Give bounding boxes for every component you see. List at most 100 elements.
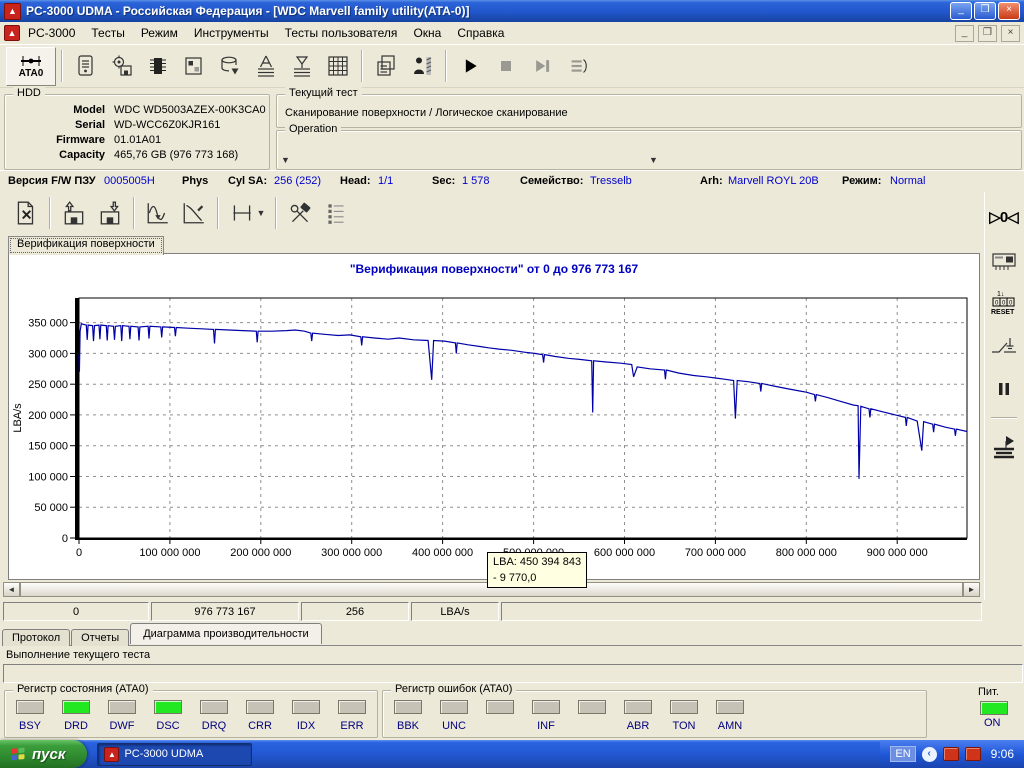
language-indicator[interactable]: EN [890,746,915,762]
register-led-blank [477,700,523,732]
recalibrate-zero-icon: ▷0◁ [989,208,1017,226]
lba-tooltip: LBA: 450 394 843 - 9 770,0 [487,552,587,588]
pause-icon [996,381,1012,397]
close-icon[interactable]: × [998,2,1020,20]
surface-test-button[interactable] [248,49,284,83]
tab-surface-verification[interactable]: Верификация поверхности [8,236,164,255]
cyl-value: 256 (252) [274,175,321,187]
sector-grid-button[interactable] [320,49,356,83]
save-graph-button[interactable] [56,196,92,230]
start-button[interactable]: пуск [0,740,87,768]
register-led-blank [569,700,615,732]
collapse-chevron-icon[interactable]: ‹ [922,747,937,762]
mdi-close-icon[interactable]: × [1001,25,1020,42]
fw-version-value: 0005005H [104,175,155,187]
menu-item[interactable]: Окна [405,23,449,43]
logical-test-button[interactable] [284,49,320,83]
minimize-icon[interactable]: _ [950,2,972,20]
mdi-restore-icon[interactable]: ❒ [978,25,997,42]
svg-text:100 000: 100 000 [28,472,68,484]
rom-chip-button[interactable] [140,49,176,83]
range-select-button[interactable]: ▼ [224,196,270,230]
drive-info-button[interactable] [68,49,104,83]
graph-settings-button[interactable] [282,196,318,230]
database-button[interactable] [212,49,248,83]
script-run-icon [567,55,589,77]
power-indicator: Пит. ON [978,686,1022,729]
clear-graph-button[interactable] [8,196,44,230]
performance-chart-panel: "Верификация поверхности" от 0 до 976 77… [8,253,980,580]
status-cell: 0 [3,602,149,621]
scroll-left-icon[interactable]: ◄ [3,582,20,597]
svg-text:1↓: 1↓ [997,291,1004,298]
side-toolbar: ▷0◁ 1↓000RESET [984,192,1022,600]
register-led-TON: TON [661,700,707,732]
operation-combo1-caret-icon[interactable]: ▼ [281,155,290,165]
app-icon: ▲ [4,3,21,20]
bottom-tab[interactable]: Протокол [2,629,70,646]
mdi-child-icon[interactable]: ▲ [4,25,20,41]
register-led-INF: INF [523,700,569,732]
status-register-groupbox: Регистр состояния (ATA0) BSYDRDDWFDSCDRQ… [4,690,378,738]
svg-text:900 000 000: 900 000 000 [867,547,928,559]
slope-view-button[interactable] [176,196,212,230]
start-tests-button[interactable] [988,432,1020,462]
resources-button[interactable] [176,49,212,83]
recalibrate-zero-button[interactable]: ▷0◁ [988,202,1020,232]
reset-button[interactable]: 1↓000RESET [988,288,1020,318]
performance-plot[interactable]: 0100 000 000200 000 000300 000 000400 00… [9,254,981,581]
mdi-minimize-icon[interactable]: _ [955,25,974,42]
relay-button[interactable] [988,331,1020,361]
power-led [980,701,1008,715]
range-dropdown-caret-icon[interactable]: ▼ [257,208,266,218]
menu-item[interactable]: Тесты пользователя [277,23,406,43]
load-graph-button[interactable] [92,196,128,230]
operation-combo2-caret-icon[interactable]: ▼ [649,155,658,165]
system-tray: EN ‹ 9:06 [880,740,1024,768]
main-toolbar: ATA0 [0,45,1024,88]
power-card-button[interactable] [988,245,1020,275]
step-test-button[interactable] [524,49,560,83]
script-run-button[interactable] [560,49,596,83]
progress-area [3,664,1023,683]
scan-status-cells: 0976 773 167256LBA/s [3,602,984,621]
register-led-BBK: BBK [385,700,431,732]
bottom-tab[interactable]: Отчеты [71,629,129,646]
copy-report-button[interactable] [368,49,404,83]
save-graph-icon [61,200,87,226]
arh-value: Marvell ROYL 20B [728,175,819,187]
wave-view-button[interactable] [140,196,176,230]
scroll-right-icon[interactable]: ► [963,582,980,597]
menu-item[interactable]: PC-3000 [20,23,83,43]
pause-button[interactable] [988,374,1020,404]
pc3000-tray-icon-1[interactable] [943,747,959,761]
bottom-tab[interactable]: Диаграмма производительности [130,623,322,644]
graph-toolbar: ▼ [0,192,980,234]
restore-icon[interactable]: ❒ [974,2,996,20]
register-led-DWF: DWF [99,700,145,732]
drive-info-icon [74,54,98,78]
menu-item[interactable]: Режим [133,23,186,43]
utility-settings-button[interactable] [104,49,140,83]
clear-graph-icon [13,200,39,226]
ata0-port-button[interactable]: ATA0 [6,47,56,86]
svg-text:800 000 000: 800 000 000 [776,547,837,559]
stop-test-button[interactable] [488,49,524,83]
wave-view-icon [145,200,171,226]
mode-value: Normal [890,175,925,187]
stop-icon [496,56,516,76]
pc3000-tray-icon-2[interactable] [965,747,981,761]
window-title: PC-3000 UDMA - Российская Федерация - [W… [26,4,948,18]
register-led-DRQ: DRQ [191,700,237,732]
exit-utility-button[interactable] [404,49,440,83]
error-register-groupbox: Регистр ошибок (ATA0) BBKUNCINFABRTONAMN [382,690,927,738]
run-test-button[interactable] [452,49,488,83]
taskbar-item-pc3000[interactable]: ▲ PC-3000 UDMA [97,743,252,766]
hdd-group-label: HDD [13,87,45,99]
menu-item[interactable]: Тесты [83,23,132,43]
menu-item[interactable]: Справка [449,23,512,43]
status-cell: LBA/s [411,602,499,621]
legend-button[interactable] [318,196,354,230]
sec-value: 1 578 [462,175,490,187]
menu-item[interactable]: Инструменты [186,23,277,43]
